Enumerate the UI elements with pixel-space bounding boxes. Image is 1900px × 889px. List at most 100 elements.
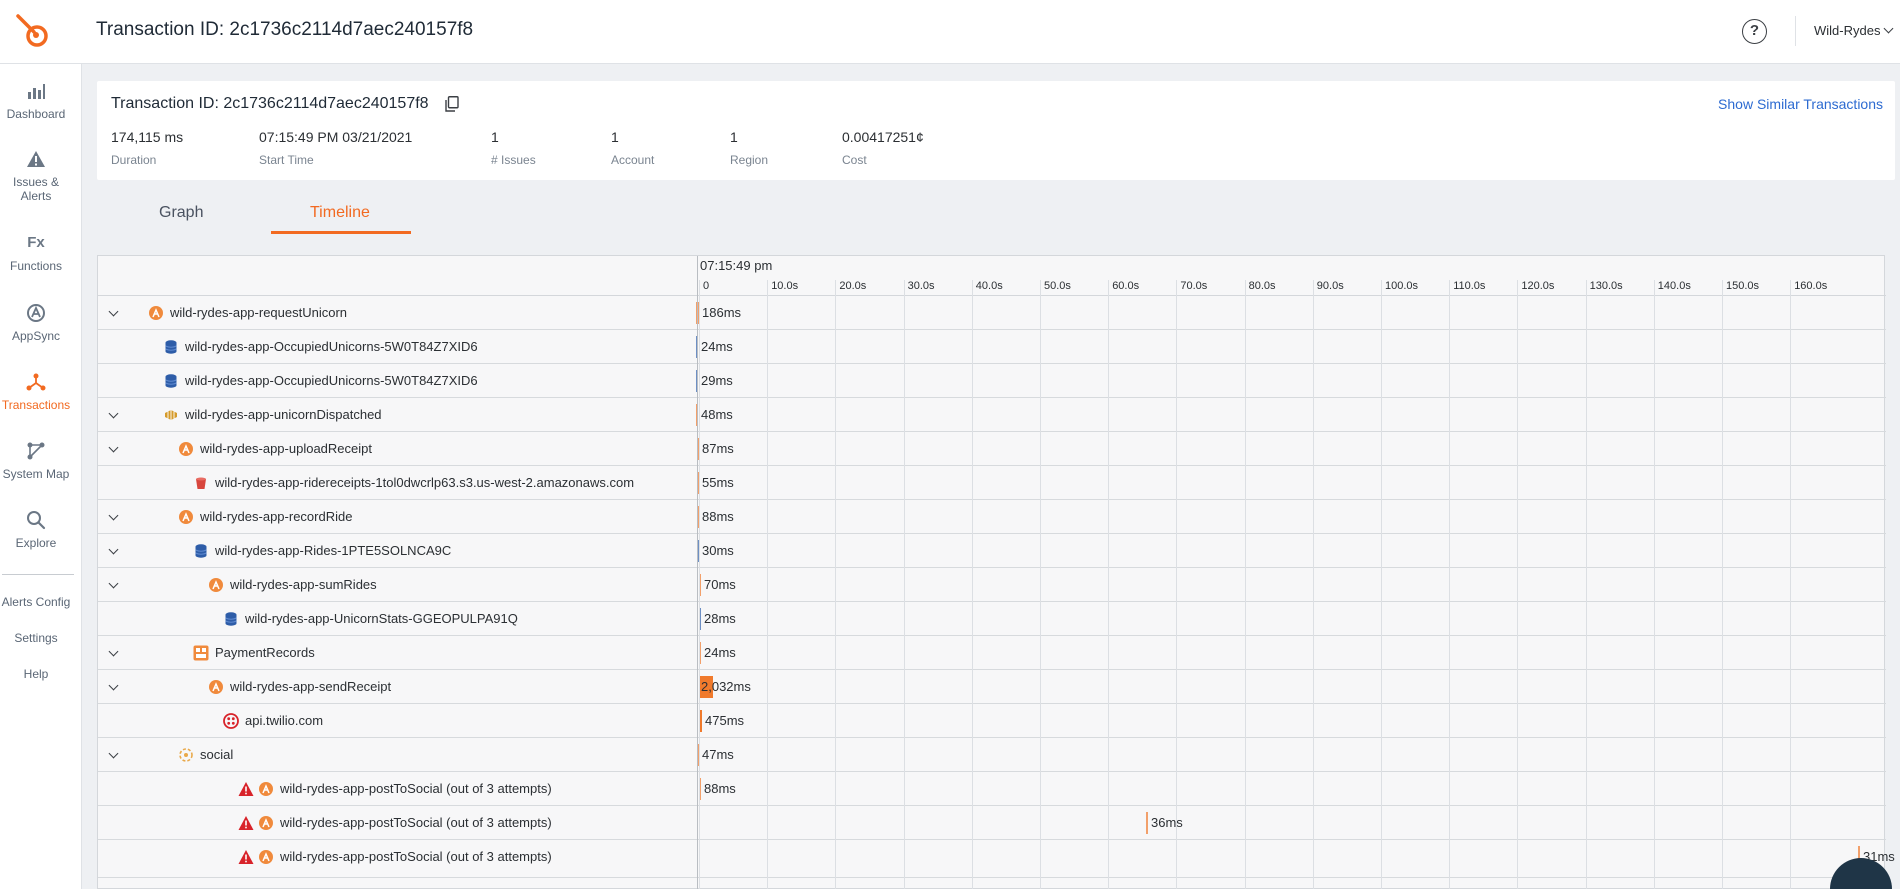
timeline-row[interactable]: wild-rydes-app-postToSocial (out of 3 at… — [98, 806, 1886, 840]
chevron-down-icon[interactable] — [108, 544, 119, 555]
timeline-row-name[interactable]: wild-rydes-app-requestUnicorn — [170, 305, 347, 320]
sidebar-item-issues[interactable]: Issues & Alerts — [0, 148, 72, 203]
sidebar-link-settings[interactable]: Settings — [0, 631, 72, 645]
metric-value: 174,115 ms — [111, 129, 184, 145]
timeline-row[interactable]: wild-rydes-app-UnicornStats-GGEOPULPA91Q… — [98, 602, 1886, 636]
lambda-icon — [208, 679, 224, 695]
tab-timeline[interactable]: Timeline — [310, 204, 370, 222]
show-similar-transactions-link[interactable]: Show Similar Transactions — [1718, 96, 1883, 112]
timeline-row-name[interactable]: wild-rydes-app-ridereceipts-1tol0dwcrlp6… — [215, 475, 634, 490]
timeline-tick-label: 110.0s — [1453, 280, 1486, 292]
timeline-grid-line — [1517, 280, 1519, 889]
sidebar-item-functions[interactable]: Fx Functions — [0, 232, 72, 273]
timeline-span-duration: 475ms — [705, 713, 745, 728]
timeline-row-name[interactable]: wild-rydes-app-sendReceipt — [230, 679, 391, 694]
sidebar-link-help[interactable]: Help — [0, 667, 72, 681]
lambda-icon — [258, 849, 274, 865]
timeline-span-duration: 36ms — [1151, 815, 1183, 830]
help-icon[interactable]: ? — [1742, 19, 1767, 44]
timeline-row[interactable]: api.twilio.com 475ms — [98, 704, 1886, 738]
sidebar-item-appsync[interactable]: AppSync — [0, 302, 72, 343]
chevron-down-icon[interactable] — [108, 578, 119, 589]
timeline-tick-label: 140.0s — [1657, 280, 1691, 292]
timeline-row-name[interactable]: wild-rydes-app-postToSocial (out of 3 at… — [280, 849, 552, 864]
top-divider — [1795, 16, 1796, 46]
timeline-grid-line — [903, 280, 905, 889]
sidebar-item-label: AppSync — [11, 329, 61, 343]
timeline-row[interactable]: wild-rydes-app-sendReceipt 2,032ms — [98, 670, 1886, 704]
timeline-row-name[interactable]: wild-rydes-app-OccupiedUnicorns-5W0T84Z7… — [185, 339, 478, 354]
timeline-row-name[interactable]: wild-rydes-app-OccupiedUnicorns-5W0T84Z7… — [185, 373, 478, 388]
timeline-span-duration: 47ms — [702, 747, 734, 762]
metric-issues: 1 # Issues — [491, 129, 536, 167]
timeline-row[interactable]: wild-rydes-app-recordRide 88ms — [98, 500, 1886, 534]
timeline-row-name[interactable]: wild-rydes-app-recordRide — [200, 509, 352, 524]
timeline-row[interactable]: social 47ms — [98, 738, 1886, 772]
sidebar-item-transactions[interactable]: Transactions — [0, 371, 72, 412]
active-tab-indicator — [271, 231, 411, 234]
appsync-icon — [27, 304, 45, 322]
system-map-icon — [27, 442, 45, 460]
timeline-grid-line — [1040, 280, 1041, 889]
chevron-down-icon[interactable] — [108, 510, 119, 521]
timeline-row-name[interactable]: wild-rydes-app-Rides-1PTE5SOLNCA9C — [215, 543, 451, 558]
timeline-column-divider[interactable] — [697, 256, 698, 889]
timeline-row[interactable]: wild-rydes-app-postToSocial (out of 3 at… — [98, 772, 1886, 806]
chevron-down-icon[interactable] — [108, 306, 119, 317]
timeline-row[interactable]: PaymentRecords 24ms — [98, 636, 1886, 670]
transaction-summary: Transaction ID: 2c1736c2114d7aec240157f8… — [97, 81, 1895, 180]
timeline-row[interactable]: wild-rydes-app-postToSocial (out of 3 at… — [98, 840, 1895, 878]
dynamodb-icon — [193, 543, 209, 559]
issue-warning-icon — [238, 815, 254, 831]
timeline-grid-line — [1381, 280, 1382, 889]
timeline-row-name[interactable]: wild-rydes-app-UnicornStats-GGEOPULPA91Q — [245, 611, 518, 626]
timeline-grid-line — [1449, 280, 1451, 889]
chevron-down-icon[interactable] — [108, 680, 119, 691]
chevron-down-icon[interactable] — [108, 748, 119, 759]
timeline-row-name[interactable]: api.twilio.com — [245, 713, 323, 728]
chevron-down-icon[interactable] — [108, 408, 119, 419]
sidebar-item-explore[interactable]: Explore — [0, 509, 72, 550]
lambda-icon — [178, 441, 194, 457]
timeline-row[interactable]: wild-rydes-app-OccupiedUnicorns-5W0T84Z7… — [98, 330, 1886, 364]
copy-icon[interactable] — [445, 96, 459, 112]
sidebar-item-dashboard[interactable]: Dashboard — [0, 80, 72, 121]
timeline-row-name[interactable]: wild-rydes-app-uploadReceipt — [200, 441, 372, 456]
sidebar-link-alerts-config[interactable]: Alerts Config — [0, 595, 72, 609]
timeline-row-name[interactable]: wild-rydes-app-sumRides — [230, 577, 377, 592]
chevron-down-icon — [1884, 23, 1894, 34]
timeline-row[interactable]: wild-rydes-app-uploadReceipt 87ms — [98, 432, 1886, 466]
timeline-span-duration: 28ms — [704, 611, 736, 626]
account-menu[interactable]: Wild-Rydes — [1814, 23, 1894, 38]
timeline-row[interactable]: wild-rydes-app-ridereceipts-1tol0dwcrlp6… — [98, 466, 1886, 500]
dynamodb-icon — [163, 339, 179, 355]
sidebar-item-label: Transactions — [1, 398, 71, 412]
account-name: Wild-Rydes — [1814, 23, 1881, 38]
timeline-row[interactable]: wild-rydes-app-sumRides 70ms — [98, 568, 1886, 602]
timeline-row-name[interactable]: wild-rydes-app-postToSocial (out of 3 at… — [280, 815, 552, 830]
metric-label: Cost — [842, 153, 867, 167]
timeline-row[interactable]: wild-rydes-app-unicornDispatched 48ms — [98, 398, 1886, 432]
metric-value: 07:15:49 PM 03/21/2021 — [259, 129, 413, 145]
timeline-row-name[interactable]: PaymentRecords — [215, 645, 315, 660]
chevron-down-icon[interactable] — [108, 646, 119, 657]
tab-graph[interactable]: Graph — [159, 204, 203, 222]
timeline-row-name[interactable]: wild-rydes-app-postToSocial (out of 3 at… — [280, 781, 552, 796]
timeline-row-name[interactable]: social — [200, 747, 233, 762]
sidebar-item-label: Dashboard — [6, 107, 66, 121]
timeline-span-duration: 70ms — [704, 577, 736, 592]
timeline-span-duration: 88ms — [704, 781, 736, 796]
lumigo-logo-icon[interactable] — [14, 12, 54, 52]
timeline-grid-line — [1312, 280, 1314, 889]
timeline-row[interactable]: wild-rydes-app-Rides-1PTE5SOLNCA9C 30ms — [98, 534, 1886, 568]
timeline-span-duration: 186ms — [702, 305, 742, 320]
timeline-tick-label: 120.0s — [1521, 280, 1555, 292]
timeline-row[interactable]: wild-rydes-app-requestUnicorn 186ms — [98, 296, 1886, 330]
sidebar-item-system-map[interactable]: System Map — [0, 440, 72, 481]
bar-chart-icon — [28, 84, 45, 99]
metric-value: 0.00417251¢ — [842, 129, 924, 145]
chevron-down-icon[interactable] — [108, 442, 119, 453]
timeline-row[interactable]: wild-rydes-app-OccupiedUnicorns-5W0T84Z7… — [98, 364, 1886, 398]
timeline-row-name[interactable]: wild-rydes-app-unicornDispatched — [185, 407, 382, 422]
timeline-span-bar[interactable] — [1146, 812, 1148, 834]
